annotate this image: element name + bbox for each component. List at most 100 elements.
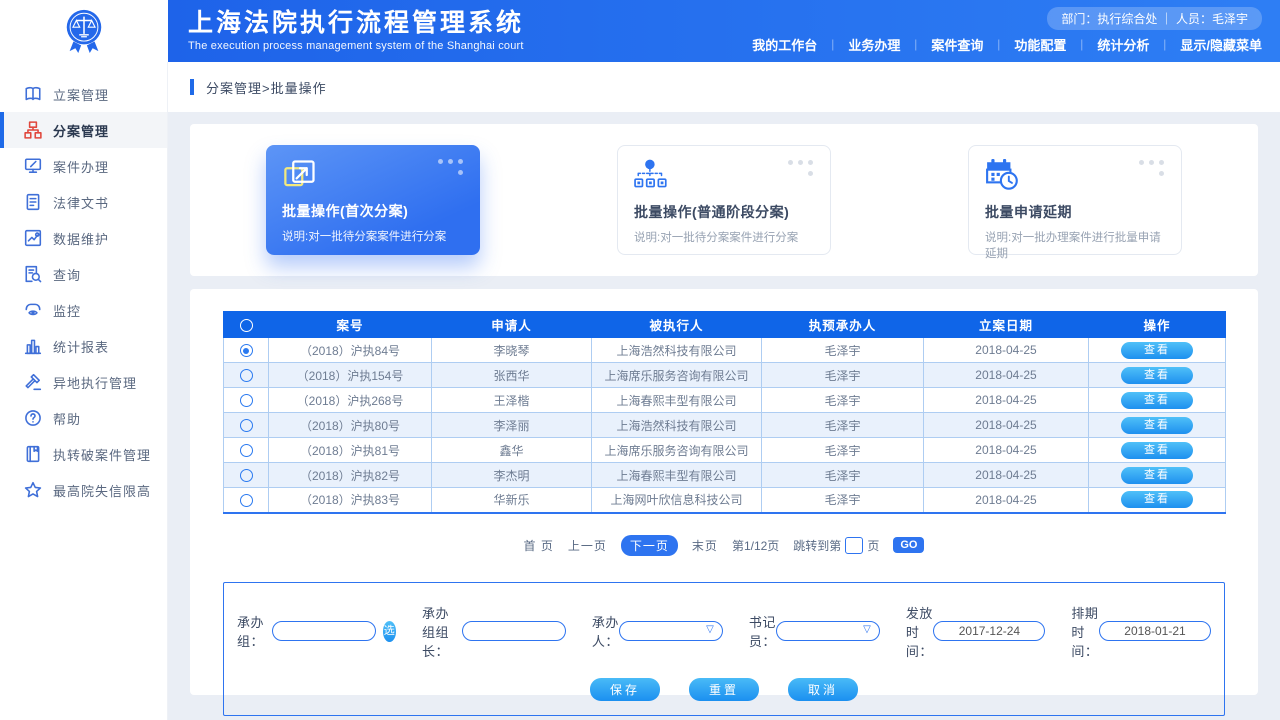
card-batch-stage-assignment[interactable]: 批量操作(普通阶段分案) 说明:对一批待分案案件进行分案 — [617, 145, 831, 255]
cell-handler: 毛泽宇 — [762, 488, 924, 513]
pick-button[interactable]: 选 — [383, 621, 396, 642]
header-right: 部门：执行综合处 ｜ 人员：毛泽宇 我的工作台 ｜ 业务办理 ｜ 案件查询 ｜ … — [752, 0, 1262, 62]
row-radio[interactable] — [240, 394, 253, 407]
top-navigation: 我的工作台 ｜ 业务办理 ｜ 案件查询 ｜ 功能配置 ｜ 统计分析 ｜ 显示/隐… — [752, 35, 1262, 54]
row-radio[interactable] — [240, 419, 253, 432]
handler-group-label: 承办组： — [237, 612, 272, 650]
card-batch-extension-request[interactable]: 批量申请延期 说明:对一批办理案件进行批量申请延期 — [968, 145, 1182, 255]
cell-applicant: 李泽丽 — [432, 413, 592, 438]
nav-toggle-menu[interactable]: 显示/隐藏菜单 — [1180, 35, 1262, 54]
schedule-date-label: 排期时间： — [1071, 603, 1099, 660]
field-handler: 承办人： ▽ — [592, 612, 723, 650]
pagination-prev[interactable]: 上一页 — [568, 537, 607, 554]
line-chart-icon — [24, 229, 42, 247]
nav-separator: ｜ — [993, 37, 1004, 53]
sidebar: 立案管理 分案管理 案件办理 法律文书 数据维护 查询 监控 统计报表 — [0, 62, 168, 720]
sidebar-item-monitoring[interactable]: 监控 — [0, 292, 167, 328]
main-content: 分案管理>批量操作 批量操作(首次分案) 说明:对一批待分案案件进行分案 — [168, 62, 1280, 720]
nav-separator: ｜ — [1159, 37, 1170, 53]
row-radio[interactable] — [240, 469, 253, 482]
sidebar-item-case-assignment[interactable]: 分案管理 — [0, 112, 167, 148]
cell-applicant: 鑫华 — [432, 438, 592, 463]
nav-function-config[interactable]: 功能配置 — [1014, 35, 1066, 54]
table-row: （2018）沪执80号 李泽丽 上海浩然科技有限公司 毛泽宇 2018-04-2… — [224, 413, 1226, 438]
row-radio[interactable] — [240, 344, 253, 357]
pagination-first[interactable]: 首 页 — [524, 537, 554, 554]
sidebar-item-data-maintenance[interactable]: 数据维护 — [0, 220, 167, 256]
pagination-next[interactable]: 下一页 — [621, 535, 678, 556]
pagination: 首 页 上一页 下一页 末页 第1/12页 跳转到第 页 GO — [223, 535, 1225, 556]
pagination-page-info: 第1/12页 — [732, 537, 779, 554]
cell-applicant: 王泽楷 — [432, 388, 592, 413]
cell-case-number: （2018）沪执82号 — [269, 463, 432, 488]
sidebar-item-bankruptcy-cases[interactable]: 执转破案件管理 — [0, 436, 167, 472]
view-button[interactable]: 查看 — [1121, 342, 1193, 359]
table-row: （2018）沪执84号 李晓琴 上海浩然科技有限公司 毛泽宇 2018-04-2… — [224, 338, 1226, 363]
cell-case-number: （2018）沪执83号 — [269, 488, 432, 513]
cell-executee: 上海网叶欣信息科技公司 — [592, 488, 762, 513]
row-radio[interactable] — [240, 494, 253, 507]
cell-filing-date: 2018-04-25 — [924, 438, 1089, 463]
form-fields-row: 承办组： 选 承办组组长： 承办人： ▽ — [224, 603, 1224, 660]
breadcrumb-bar: 分案管理>批量操作 — [168, 62, 1280, 112]
clerk-label: 书记员： — [749, 612, 776, 650]
view-button[interactable]: 查看 — [1121, 392, 1193, 409]
nav-case-query[interactable]: 案件查询 — [931, 35, 983, 54]
sidebar-item-statistics-report[interactable]: 统计报表 — [0, 328, 167, 364]
star-icon — [24, 481, 42, 499]
nav-business-handling[interactable]: 业务办理 — [848, 35, 900, 54]
title-block: 上海法院执行流程管理系统 The execution process manag… — [188, 0, 524, 62]
court-logo — [0, 0, 168, 62]
view-button[interactable]: 查看 — [1121, 367, 1193, 384]
nav-statistics[interactable]: 统计分析 — [1097, 35, 1149, 54]
cancel-button[interactable]: 取消 — [788, 678, 858, 701]
sidebar-item-case-filing[interactable]: 立案管理 — [0, 76, 167, 112]
sidebar-item-query[interactable]: 查询 — [0, 256, 167, 292]
app-window: 上海法院执行流程管理系统 The execution process manag… — [0, 0, 1280, 720]
table-row: （2018）沪执268号 王泽楷 上海春熙丰型有限公司 毛泽宇 2018-04-… — [224, 388, 1226, 413]
clerk-select[interactable]: ▽ — [776, 621, 880, 641]
page-subtitle: The execution process management system … — [188, 40, 524, 52]
col-filing-date: 立案日期 — [924, 312, 1089, 338]
pagination-last[interactable]: 末页 — [692, 537, 718, 554]
col-handler: 执预承办人 — [762, 312, 924, 338]
cell-filing-date: 2018-04-25 — [924, 338, 1089, 363]
handler-group-input[interactable] — [272, 621, 376, 641]
cell-filing-date: 2018-04-25 — [924, 363, 1089, 388]
nav-my-workbench[interactable]: 我的工作台 — [752, 35, 817, 54]
tree-icon — [634, 158, 814, 200]
schedule-date-input[interactable] — [1099, 621, 1211, 641]
sidebar-item-case-handling[interactable]: 案件办理 — [0, 148, 167, 184]
reset-button[interactable]: 重置 — [689, 678, 759, 701]
jump-page-input[interactable] — [845, 537, 863, 554]
cell-handler: 毛泽宇 — [762, 363, 924, 388]
view-button[interactable]: 查看 — [1121, 491, 1193, 508]
sidebar-item-remote-execution[interactable]: 异地执行管理 — [0, 364, 167, 400]
document-icon — [24, 193, 42, 211]
row-radio[interactable] — [240, 444, 253, 457]
sidebar-item-legal-documents[interactable]: 法律文书 — [0, 184, 167, 220]
cell-executee: 上海浩然科技有限公司 — [592, 413, 762, 438]
go-button[interactable]: GO — [893, 537, 924, 553]
row-radio[interactable] — [240, 369, 253, 382]
group-leader-input[interactable] — [462, 621, 566, 641]
cell-filing-date: 2018-04-25 — [924, 388, 1089, 413]
sidebar-item-supreme-court-dishonesty[interactable]: 最高院失信限高 — [0, 472, 167, 508]
col-actions: 操作 — [1089, 312, 1226, 338]
cell-handler: 毛泽宇 — [762, 388, 924, 413]
field-issue-date: 发放时间： — [906, 603, 1046, 660]
view-button[interactable]: 查看 — [1121, 467, 1193, 484]
handler-select-input[interactable] — [619, 621, 723, 641]
clerk-select-input[interactable] — [776, 621, 880, 641]
cell-case-number: （2018）沪执154号 — [269, 363, 432, 388]
notebook-icon — [24, 445, 42, 463]
save-button[interactable]: 保存 — [590, 678, 660, 701]
handler-select[interactable]: ▽ — [619, 621, 723, 641]
sidebar-item-help[interactable]: 帮助 — [0, 400, 167, 436]
field-group-leader: 承办组组长： — [422, 603, 566, 660]
card-batch-first-assignment[interactable]: 批量操作(首次分案) 说明:对一批待分案案件进行分案 — [266, 145, 480, 255]
issue-date-input[interactable] — [933, 621, 1045, 641]
cell-handler: 毛泽宇 — [762, 463, 924, 488]
view-button[interactable]: 查看 — [1121, 442, 1193, 459]
view-button[interactable]: 查看 — [1121, 417, 1193, 434]
